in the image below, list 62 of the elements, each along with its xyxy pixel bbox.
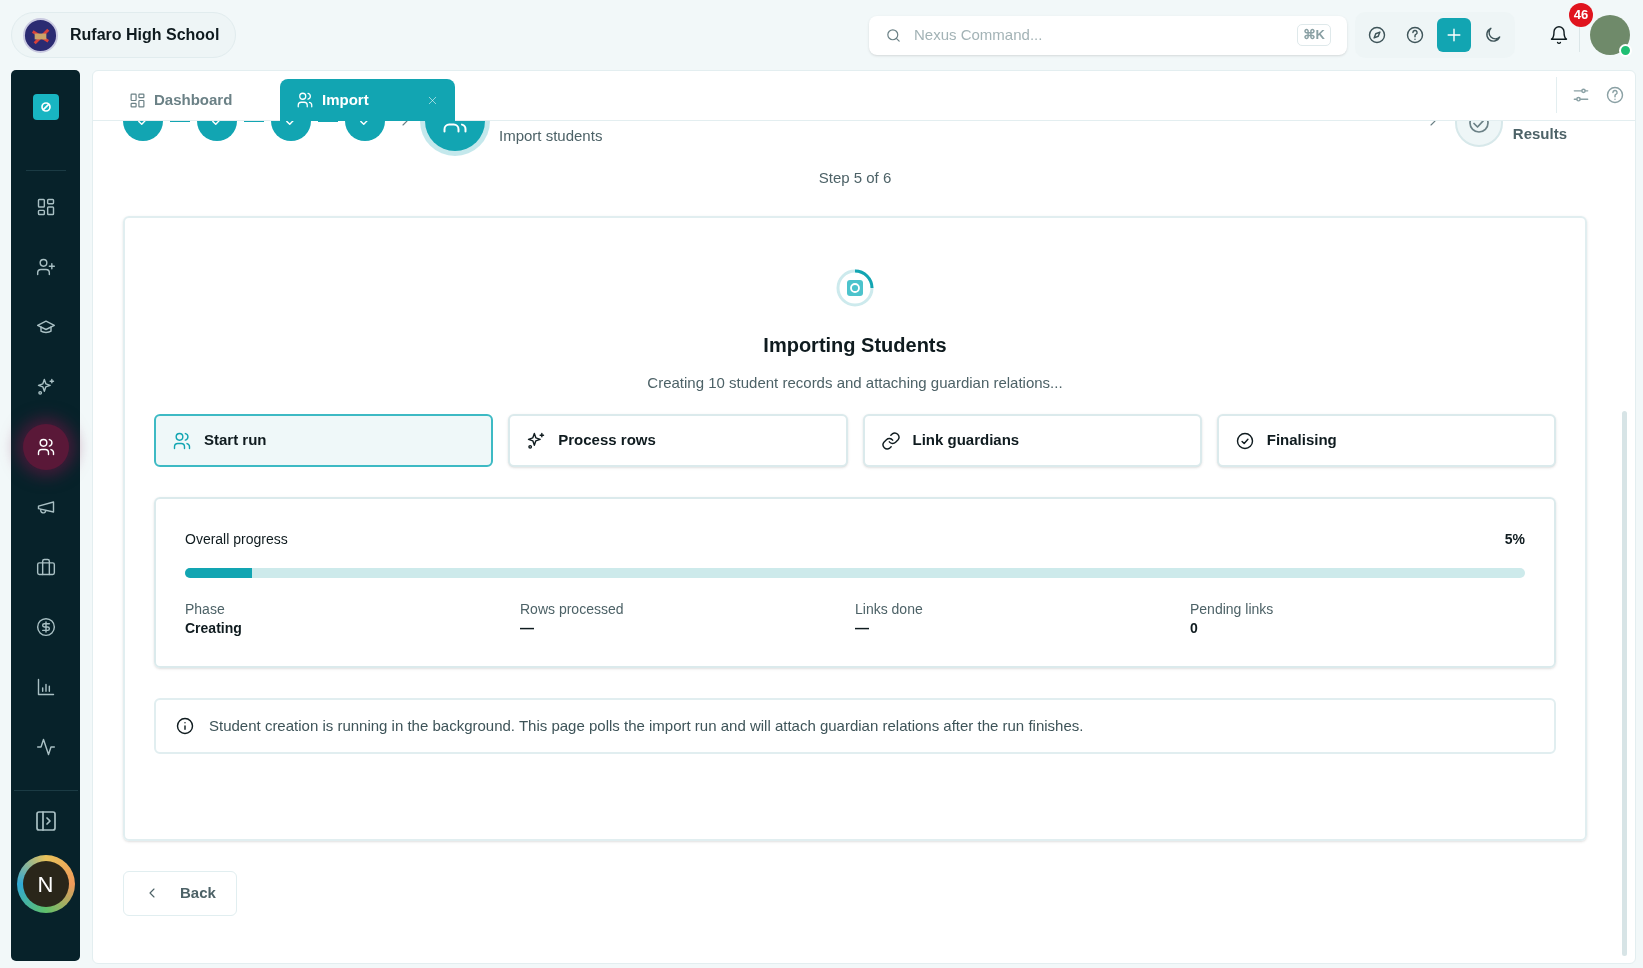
stat-value: — xyxy=(855,619,870,638)
progress-percent: 5% xyxy=(1504,530,1525,549)
stat-value: 0 xyxy=(1190,619,1199,638)
stat-label: Phase xyxy=(185,600,226,619)
search-field[interactable]: Nexus Command... xyxy=(914,23,1285,47)
school-name: Rufaro High School xyxy=(70,25,220,45)
link-icon xyxy=(880,430,901,451)
phase-label: Finalising xyxy=(1266,430,1337,451)
bell-icon xyxy=(1549,25,1569,45)
users-icon xyxy=(35,437,56,457)
check-circle-icon xyxy=(1234,430,1255,451)
users-icon xyxy=(172,430,192,451)
tab-label: Dashboard xyxy=(154,89,233,110)
avatar[interactable] xyxy=(1590,15,1630,55)
import-title: Importing Students xyxy=(762,332,948,358)
step-subtitle: Import students xyxy=(499,126,603,146)
search-icon xyxy=(885,26,902,44)
stat-label: Pending links xyxy=(1190,600,1275,619)
tab-label: Import xyxy=(322,89,369,110)
notifications-button[interactable] xyxy=(1549,25,1569,45)
dollar-icon xyxy=(35,617,56,637)
dashboard-icon xyxy=(35,197,56,217)
step-caption: Step 5 of 6 xyxy=(817,168,893,188)
tab[interactable]: Dashboard xyxy=(105,79,280,121)
moon-icon xyxy=(1483,25,1503,45)
users-icon xyxy=(296,91,314,109)
stat-label: Links done xyxy=(855,600,924,619)
shortcut-hint: ⌘K xyxy=(1296,24,1331,46)
sliders-icon[interactable] xyxy=(1571,85,1591,105)
briefcase-icon xyxy=(35,557,56,577)
add-button[interactable] xyxy=(1437,18,1471,52)
info-text: Student creation is running in the background. This page polls the import run and will attach guardian relations after the run finishes. xyxy=(209,715,1084,736)
sparkles-icon xyxy=(35,377,56,397)
scrollbar-thumb[interactable] xyxy=(1622,411,1627,956)
back-button[interactable]: Back xyxy=(123,870,237,916)
collapse-sidebar-button[interactable] xyxy=(33,809,58,833)
notification-count: 46 xyxy=(1569,3,1593,27)
phase-label: Start run xyxy=(204,430,267,451)
app-logo-icon[interactable] xyxy=(32,94,59,120)
user-add-icon xyxy=(35,257,56,277)
compass-icon xyxy=(1367,25,1387,45)
pulse-icon xyxy=(35,737,56,757)
bar-chart-icon xyxy=(35,677,56,697)
help-icon xyxy=(1405,25,1425,45)
dashboard-icon xyxy=(129,91,146,109)
step-label: Results xyxy=(1512,124,1567,144)
sparkles-icon xyxy=(526,430,547,451)
stat-value: — xyxy=(520,619,535,638)
stat-value: Creating xyxy=(185,619,243,638)
progress-label: Overall progress xyxy=(185,530,288,549)
user-initial: N xyxy=(22,861,69,907)
school-badge[interactable]: Rufaro High School xyxy=(11,12,237,58)
sidebar-item[interactable] xyxy=(22,424,69,470)
user-avatar[interactable]: N xyxy=(16,855,75,913)
phase-label: Process rows xyxy=(558,430,656,451)
info-icon xyxy=(175,716,195,736)
phase-label: Link guardians xyxy=(912,430,1020,451)
import-subtitle: Creating 10 student records and attaching guardian relations... xyxy=(646,372,1064,393)
help-icon[interactable] xyxy=(1605,85,1625,105)
stat-label: Rows processed xyxy=(520,600,625,619)
spinner-icon xyxy=(835,267,875,308)
school-crest-icon xyxy=(23,17,58,53)
